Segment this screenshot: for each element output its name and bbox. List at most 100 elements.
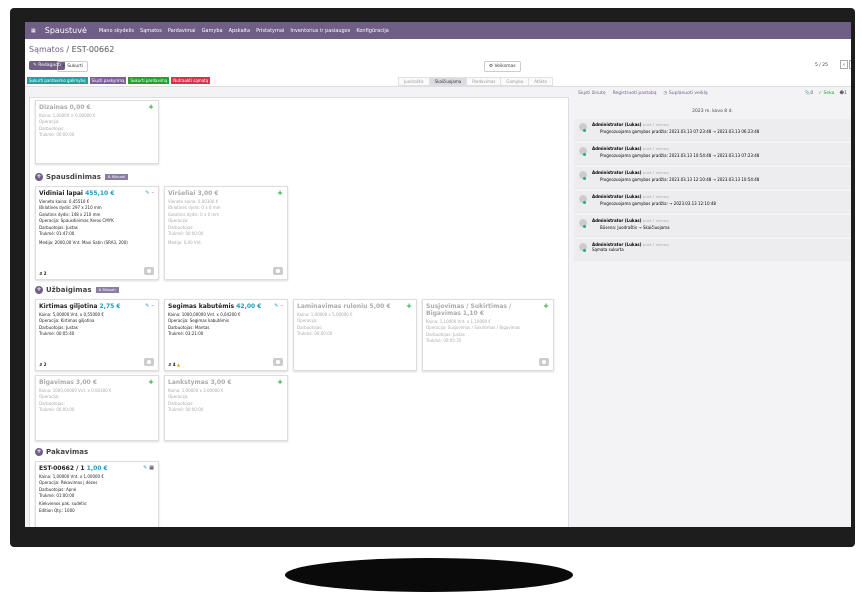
sort-label: Rikiuoti	[111, 175, 126, 179]
card-price: 1,10 €	[462, 310, 484, 317]
add-section-icon[interactable]: +	[35, 448, 43, 456]
status-buttons: Sukurti pardavimo galimybę Siųsti paskyr…	[27, 77, 211, 84]
menu-deliveries[interactable]: Pristatymai	[256, 28, 284, 34]
card-line: Trukmė: 00:00:00	[39, 132, 75, 137]
add-icon[interactable]: +	[148, 378, 154, 386]
message: Administrator (Lukas) prieš 1 mėnesį Prog…	[574, 167, 851, 189]
card-virseliai[interactable]: Viršeliai 3,00 € + Vieneto kaina: 0,0030…	[164, 186, 288, 280]
edit-icon[interactable]: ✎	[145, 190, 149, 196]
menu-inventory[interactable]: Inventorius ir pasiaugos	[290, 28, 350, 34]
card-vidiniai[interactable]: Vidiniai lapai 455,10 € ✎ – Vieneto kaina…	[35, 186, 159, 280]
count-value: 2	[43, 271, 47, 276]
card-pakavimas[interactable]: EST-00662 / 1 1,00 € ✎ ▦ Kaina: 1,00000 V…	[35, 461, 159, 527]
trash-icon[interactable]: ▦	[149, 465, 154, 471]
apps-grid-icon[interactable]: ▦	[31, 28, 36, 34]
add-icon[interactable]: +	[406, 302, 412, 310]
edit-icon[interactable]: ✎	[143, 465, 147, 471]
section-title: Spausdinimas	[46, 173, 101, 181]
menu-manufacturing[interactable]: Gamyba	[202, 28, 223, 34]
card-title: EST-00662 / 1	[39, 465, 85, 472]
pager-next-icon[interactable]: ›	[849, 60, 851, 69]
camera-icon[interactable]	[273, 358, 283, 366]
send-assignment-button[interactable]: Siųsti paskyrimą	[89, 77, 127, 84]
card-line: Darbuotojas: Justas	[39, 224, 78, 230]
add-icon[interactable]: +	[277, 189, 283, 197]
create-opportunity-button[interactable]: Sukurti pardavimo galimybę	[27, 77, 88, 84]
card-price: 3,00 €	[75, 379, 97, 386]
camera-icon[interactable]	[144, 358, 154, 366]
add-icon[interactable]: +	[277, 378, 283, 386]
card-line: Operacija: Susjovimas / Sukirtimas / Big…	[426, 325, 521, 330]
followers-button[interactable]: ☻1	[839, 91, 847, 96]
breadcrumb-current: EST-00662	[71, 45, 115, 54]
stage-sale[interactable]: Pardavimas	[466, 77, 502, 86]
avatar	[579, 147, 587, 156]
card-price: 3,00 €	[210, 379, 232, 386]
create-sale-button[interactable]: Sukurti pardavimą	[128, 77, 170, 84]
card-kirtimas[interactable]: Kirtimas giljotina 2,75 € ✎ – Kaina: 5,00…	[35, 299, 159, 371]
card-title: Dizainas	[39, 104, 68, 111]
card-actions: ✎ –	[145, 303, 154, 309]
pager-prev-icon[interactable]: ‹	[840, 60, 848, 69]
stage-draft[interactable]: Juodraštis	[398, 77, 430, 86]
card-bigavimas[interactable]: Bigavimas 3,00 € + Kaina: 1000,00000 Vnt…	[35, 375, 159, 441]
camera-icon[interactable]	[144, 267, 154, 275]
message-text: Prognozuojama gamybos pradžia: 2023.03.1…	[600, 153, 760, 158]
add-icon[interactable]: +	[148, 103, 154, 111]
card-title: Vidiniai lapai	[39, 190, 83, 197]
menu-accounting[interactable]: Apskaita	[229, 28, 250, 34]
chatter-panel: Siųsti žinutę Registruoti pastabą ◷ Supl…	[574, 87, 851, 527]
add-icon[interactable]: +	[543, 302, 549, 310]
attachment-button[interactable]: 📎0	[805, 91, 813, 96]
card-dizainas[interactable]: Dizainas 0,00 € + Kaina: 1,00000 × 0,000…	[35, 100, 159, 164]
avatar	[579, 195, 587, 204]
stage-done[interactable]: Atlikta	[528, 77, 553, 86]
card-laminavimas[interactable]: Laminavimas ruloniu 5,00 € + Kaina: 1,00…	[293, 299, 417, 371]
create-button[interactable]: + Sukurti	[57, 61, 89, 72]
cancel-estimate-button[interactable]: Nutraukti sąmatą	[171, 77, 211, 84]
stage-calculating[interactable]: Skaičiuojama	[428, 77, 468, 86]
card-line: Darbuotojas: Justas	[426, 331, 465, 337]
message-author: Administrator (Lukas)	[592, 122, 642, 127]
card-line: Vieneto kaina: 0,45510 €	[39, 198, 90, 204]
card-line: Kaina: 1,00000 Vnt. x 1,00000 €	[39, 473, 104, 479]
camera-icon[interactable]	[539, 358, 549, 366]
add-section-icon[interactable]: +	[35, 286, 43, 294]
stage-production[interactable]: Gamyba	[500, 77, 530, 86]
camera-icon[interactable]	[273, 267, 283, 275]
message-author: Administrator (Lukas)	[592, 194, 642, 199]
menu-estimates[interactable]: Sąmatos	[140, 28, 162, 34]
edit-icon[interactable]: ✎	[274, 303, 278, 309]
menu-sales[interactable]: Pardavimai	[168, 28, 196, 34]
sort-button[interactable]: ⇅ Rikiuoti	[95, 287, 119, 293]
remove-icon[interactable]: –	[281, 303, 284, 309]
menu-dashboard[interactable]: Mano skydelis	[99, 28, 134, 34]
card-susjovimas[interactable]: Susjovimas / Sukirtimas / Bigavimas 1,10…	[422, 299, 554, 371]
message-text: Būsena: Juodraštis → Skaičiuojama	[600, 225, 670, 230]
message-author: Administrator (Lukas)	[592, 146, 642, 151]
sort-button[interactable]: ⇅ Rikiuoti	[104, 174, 129, 180]
log-note-button[interactable]: Registruoti pastabą	[613, 91, 657, 96]
menu-configuration[interactable]: Konfigūracija	[356, 28, 388, 34]
edit-icon[interactable]: ✎	[145, 303, 149, 309]
app-name[interactable]: Spaustuvė	[45, 26, 87, 35]
card-line: Operacija:	[297, 318, 318, 323]
card-line: Kiekvienos pak. sudėtis:	[39, 501, 88, 506]
add-section-icon[interactable]: +	[35, 173, 43, 181]
remove-icon[interactable]: –	[152, 190, 155, 196]
card-line: Kaina: 1,00000 x 5,00000 €	[297, 311, 353, 317]
app-screen: ▦ Spaustuvė Mano skydelis Sąmatos Pardav…	[25, 22, 851, 527]
remove-icon[interactable]: –	[152, 303, 155, 309]
message-text: Sąmata sukurta	[592, 247, 624, 252]
card-line: Trukmė: 00:00:00	[168, 407, 204, 412]
card-line: Išklotinės dydis: 0 x 0 mm	[168, 205, 221, 210]
breadcrumb-parent[interactable]: Sąmatos	[29, 45, 64, 54]
avatar	[579, 243, 587, 252]
schedule-activity-button[interactable]: ◷ Suplanuoti veiklą	[664, 91, 708, 96]
card-lankstymas[interactable]: Lankstymas 3,00 € + Kaina: 1,00000 x 3,0…	[164, 375, 288, 441]
card-line: Galutinis dydis: 0 x 0 mm	[168, 211, 220, 217]
card-segimas[interactable]: Segimas kabutėmis 42,00 € ✎ – Kaina: 1000…	[164, 299, 288, 371]
following-button[interactable]: ✓ Seka	[818, 91, 834, 96]
send-message-button[interactable]: Siųsti žinutę	[578, 91, 606, 96]
action-button[interactable]: ⚙ Veiksmas	[484, 61, 521, 72]
